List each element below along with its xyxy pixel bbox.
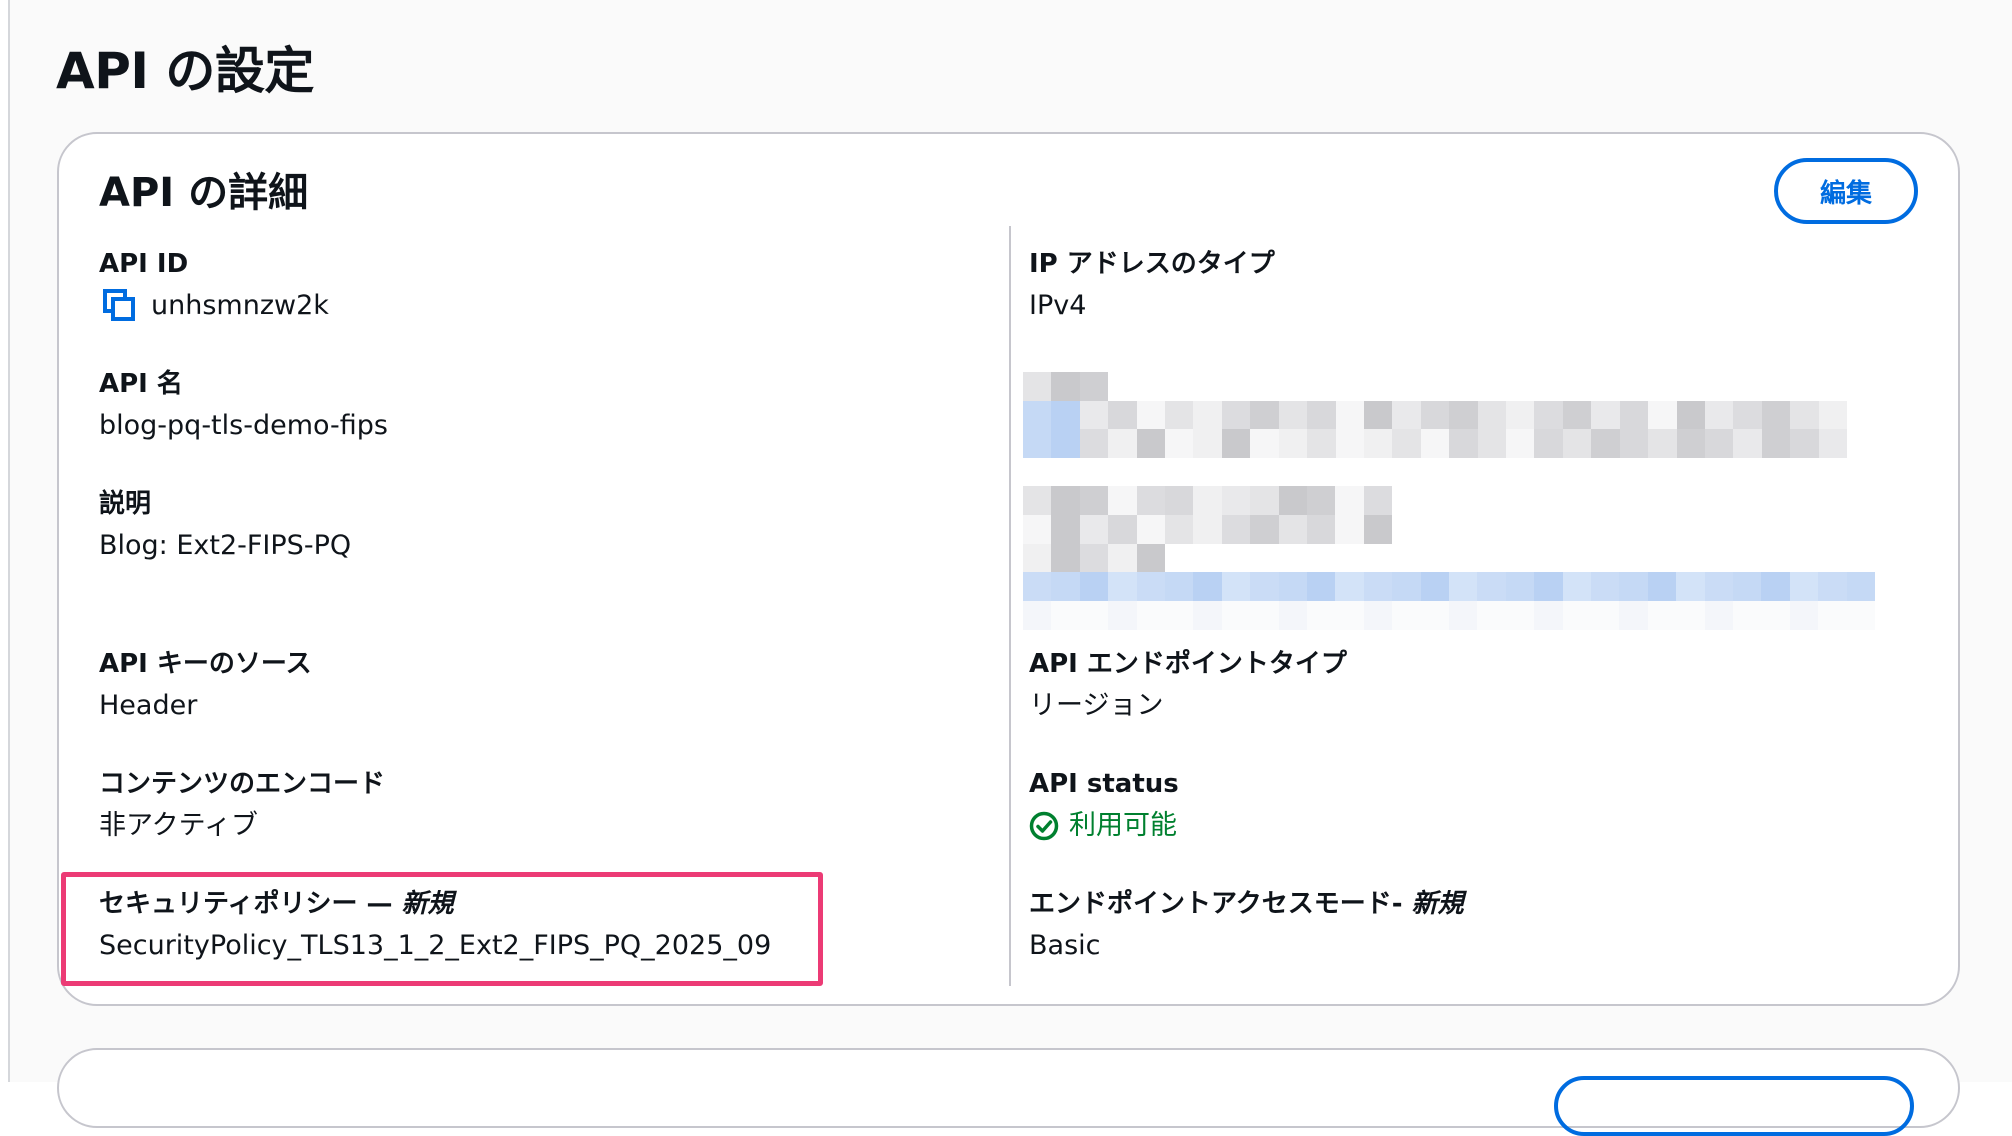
security-policy-label: セキュリティポリシー — [99, 889, 393, 919]
endpoint-type-label: API エンドポイントタイプ [1029, 649, 1347, 679]
field-endpoint-access-mode: エンドポイントアクセスモード- 新規 Basic [1029, 886, 1464, 966]
redacted-block-2 [1023, 486, 1875, 630]
ip-address-type-label: IP アドレスのタイプ [1029, 249, 1275, 279]
api-status-indicator: 利用可能 [1029, 806, 1179, 846]
edit-button[interactable]: 編集 [1774, 158, 1918, 224]
api-key-source-label: API キーのソース [99, 649, 312, 679]
column-divider [1009, 226, 1011, 986]
field-endpoint-type: API エンドポイントタイプ リージョン [1029, 646, 1347, 726]
field-ip-address-type: IP アドレスのタイプ IPv4 [1029, 246, 1275, 326]
description-value: Blog: Ext2-FIPS-PQ [99, 530, 352, 561]
field-description: 説明 Blog: Ext2-FIPS-PQ [99, 486, 351, 566]
description-label: 説明 [99, 489, 152, 519]
endpoint-access-mode-label: エンドポイントアクセスモード- [1029, 889, 1403, 919]
ip-address-type-value: IPv4 [1029, 290, 1087, 321]
api-status-value: 利用可能 [1069, 810, 1177, 841]
api-id-value: unhsmnzw2k [151, 290, 329, 321]
field-api-name: API 名 blog-pq-tls-demo-fips [99, 366, 388, 446]
next-card-button[interactable] [1554, 1076, 1914, 1136]
api-status-label: API status [1029, 769, 1179, 799]
security-policy-value: SecurityPolicy_TLS13_1_2_Ext2_FIPS_PQ_20… [99, 930, 772, 961]
field-api-status: API status 利用可能 [1029, 766, 1179, 846]
card-title: API の詳細 [99, 170, 309, 216]
new-tag: 新規 [1411, 889, 1464, 919]
page-title: API の設定 [56, 42, 314, 100]
content-encoding-label: コンテンツのエンコード [99, 769, 386, 799]
api-details-card: API の詳細 編集 API ID unhsmnzw2k API 名 blog-… [57, 132, 1960, 1006]
next-card [57, 1048, 1960, 1136]
content-encoding-value: 非アクティブ [99, 810, 259, 841]
redacted-block-1 [1023, 372, 1847, 458]
api-name-label: API 名 [99, 369, 183, 399]
check-circle-icon [1029, 811, 1059, 841]
api-key-source-value: Header [99, 690, 198, 721]
endpoint-access-mode-value: Basic [1029, 930, 1101, 961]
field-api-id: API ID unhsmnzw2k [99, 246, 329, 326]
field-api-key-source: API キーのソース Header [99, 646, 312, 726]
api-name-value: blog-pq-tls-demo-fips [99, 410, 388, 441]
copy-icon[interactable] [99, 287, 137, 325]
api-id-label: API ID [99, 249, 189, 279]
endpoint-type-value: リージョン [1029, 690, 1164, 721]
new-tag: 新規 [401, 889, 454, 919]
field-content-encoding: コンテンツのエンコード 非アクティブ [99, 766, 385, 846]
field-security-policy: セキュリティポリシー — 新規 SecurityPolicy_TLS13_1_2… [99, 886, 771, 966]
